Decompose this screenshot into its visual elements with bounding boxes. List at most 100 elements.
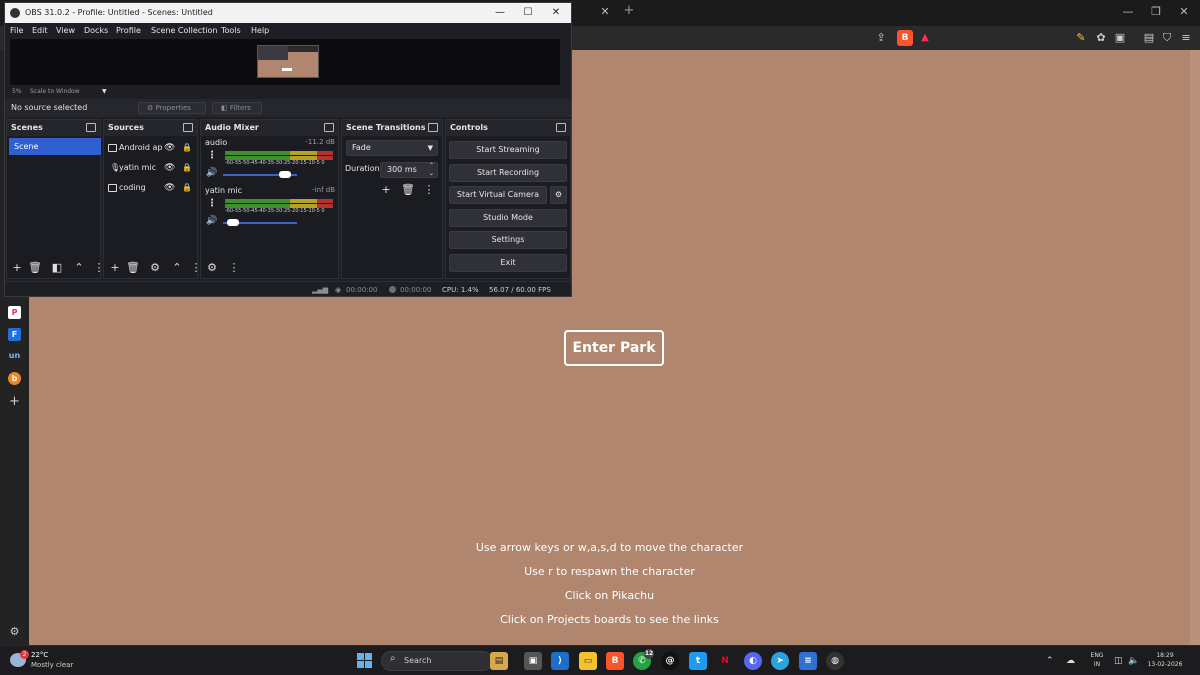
close-icon[interactable]: ✕ [1177, 4, 1191, 20]
lock-icon[interactable]: 🔒 [182, 139, 192, 157]
menu-icon[interactable]: ≡ [1178, 30, 1194, 46]
source-item[interactable]: Android ap 👁 🔒 [108, 139, 196, 157]
scene-item[interactable]: Scene [9, 138, 101, 155]
menu-edit[interactable]: Edit [32, 23, 48, 39]
remove-source-icon[interactable]: 🗑 [125, 260, 141, 276]
visibility-eye-icon[interactable]: 👁 [164, 159, 175, 177]
remove-scene-icon[interactable]: 🗑 [27, 260, 43, 276]
source-item[interactable]: 🎙 yatin mic 👁 🔒 [108, 159, 196, 177]
add-transition-icon[interactable]: + [378, 182, 394, 198]
duration-input[interactable]: 300 ms ⌃ ⌄ [380, 162, 438, 178]
vpn-icon[interactable]: ⛉ [1159, 30, 1175, 46]
twitter-icon[interactable]: t [689, 652, 707, 670]
duration-spinner-icon[interactable]: ⌃ ⌄ [429, 162, 434, 178]
sidebar-app-b-icon[interactable]: b [8, 372, 21, 385]
mixer-advanced-gear-icon[interactable]: ⚙ [204, 260, 220, 276]
obs-maximize-icon[interactable]: ☐ [518, 3, 538, 23]
weather-widget[interactable]: 2 22°C Mostly clear [10, 650, 100, 672]
obs-taskbar-icon[interactable]: ◍ [826, 652, 844, 670]
language-indicator[interactable]: ENG IN [1087, 651, 1107, 669]
sidebar-app-f-icon[interactable]: F [8, 328, 21, 341]
screenshot-icon[interactable]: ▣ [1112, 30, 1128, 46]
menu-docks[interactable]: Docks [84, 23, 108, 39]
transition-select[interactable]: Fade ▼ [346, 140, 438, 156]
remove-transition-icon[interactable]: 🗑 [400, 182, 416, 198]
obs-minimize-icon[interactable]: — [490, 3, 510, 23]
studio-mode-button[interactable]: Studio Mode [449, 209, 567, 227]
transitions-undock-icon[interactable] [428, 123, 438, 132]
enter-park-button[interactable]: Enter Park [564, 330, 664, 366]
restore-icon[interactable]: ❐ [1149, 4, 1163, 20]
mixer-more-icon[interactable]: ⋮ [226, 260, 242, 276]
scene-filters-icon[interactable]: ◧ [49, 260, 65, 276]
add-source-icon[interactable]: + [107, 260, 123, 276]
brave-icon[interactable]: B [606, 652, 624, 670]
move-source-up-icon[interactable]: ⌃ [169, 260, 185, 276]
brave-shields-icon[interactable]: B [897, 30, 913, 46]
volume-slider-thumb[interactable] [226, 219, 239, 226]
sources-undock-icon[interactable] [183, 123, 193, 132]
mixer-options-icon[interactable]: ⋮ [207, 150, 217, 161]
sidebar-settings-icon[interactable]: ⚙ [8, 625, 21, 638]
docs-icon[interactable]: ≡ [799, 652, 817, 670]
mixer-undock-icon[interactable] [324, 123, 334, 132]
threads-icon[interactable]: @ [661, 652, 679, 670]
add-scene-icon[interactable]: + [9, 260, 25, 276]
wallet-icon[interactable]: ▤ [1141, 30, 1157, 46]
source-item[interactable]: coding 👁 🔒 [108, 179, 196, 197]
speaker-icon[interactable]: 🔊 [206, 216, 217, 226]
exit-button[interactable]: Exit [449, 254, 567, 272]
obs-close-icon[interactable]: ✕ [546, 3, 566, 23]
speaker-icon[interactable]: 🔊 [206, 168, 217, 178]
virtual-camera-gear-icon[interactable]: ⚙ [550, 186, 567, 204]
visibility-eye-icon[interactable]: 👁 [164, 139, 175, 157]
sidebar-app-p-icon[interactable]: P [8, 306, 21, 319]
menu-view[interactable]: View [56, 23, 75, 39]
sidebar-app-un-icon[interactable]: un [8, 349, 21, 362]
mixer-options-icon[interactable]: ⋮ [207, 198, 217, 209]
settings-button[interactable]: Settings [449, 231, 567, 249]
menu-scene-collection[interactable]: Scene Collection [151, 23, 218, 39]
taskbar-search[interactable]: ⌕ Search [381, 651, 493, 671]
share-icon[interactable]: ⇪ [873, 30, 889, 46]
menu-file[interactable]: File [10, 23, 23, 39]
visibility-eye-icon[interactable]: 👁 [164, 179, 175, 197]
cloud-icon[interactable]: ☁ [1066, 646, 1075, 675]
volume-slider-thumb[interactable] [278, 171, 291, 178]
start-streaming-button[interactable]: Start Streaming [449, 141, 567, 159]
file-explorer-icon[interactable]: ▤ [490, 652, 508, 670]
discord-icon[interactable]: ◐ [744, 652, 762, 670]
task-view-icon[interactable]: ▣ [524, 652, 542, 670]
transition-more-icon[interactable]: ⋮ [421, 182, 437, 198]
start-button[interactable] [357, 653, 373, 669]
tab-close-icon[interactable]: ✕ [598, 5, 612, 19]
controls-undock-icon[interactable] [556, 123, 566, 132]
sidebar-add-icon[interactable]: + [8, 395, 21, 408]
new-tab-button[interactable]: + [622, 4, 636, 18]
page-scrollbar[interactable] [1190, 50, 1200, 645]
lock-icon[interactable]: 🔒 [182, 179, 192, 197]
vscode-icon[interactable]: ⟩ [551, 652, 569, 670]
move-scene-up-icon[interactable]: ⌃ [71, 260, 87, 276]
netflix-icon[interactable]: N [716, 652, 734, 670]
source-properties-gear-icon[interactable]: ⚙ [147, 260, 163, 276]
menu-tools[interactable]: Tools [221, 23, 241, 39]
tray-chevron-up-icon[interactable]: ⌃ [1046, 646, 1054, 675]
start-recording-button[interactable]: Start Recording [449, 164, 567, 182]
scenes-undock-icon[interactable] [86, 123, 96, 132]
brave-rewards-icon[interactable]: ▲ [917, 30, 933, 46]
zoom-mode[interactable]: Scale to Window [30, 85, 80, 99]
minimize-icon[interactable]: — [1121, 4, 1135, 20]
menu-help[interactable]: Help [251, 23, 269, 39]
telegram-icon[interactable]: ➤ [771, 652, 789, 670]
zoom-dropdown-icon[interactable]: ▼ [102, 85, 107, 99]
properties-button[interactable]: ⚙ Properties [138, 102, 206, 114]
wifi-icon[interactable]: ◫ [1114, 646, 1123, 675]
filters-button[interactable]: ◧ Filters [212, 102, 262, 114]
obs-preview[interactable] [10, 39, 560, 85]
folder-icon[interactable]: ▭ [579, 652, 597, 670]
clock[interactable]: 18:29 13-02-2026 [1145, 651, 1185, 669]
pen-icon[interactable]: ✎ [1073, 30, 1089, 46]
extensions-icon[interactable]: ✿ [1093, 30, 1109, 46]
volume-icon[interactable]: 🔈 [1128, 646, 1139, 675]
